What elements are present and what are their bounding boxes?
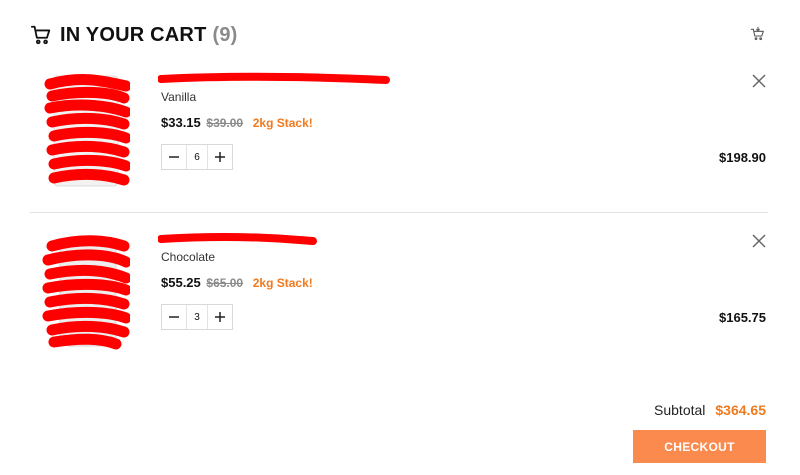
price-row: $55.25 $65.00 2kg Stack!	[161, 275, 313, 290]
subtotal: Subtotal $364.65	[654, 402, 766, 418]
plus-icon	[215, 152, 225, 162]
remove-item-button[interactable]	[752, 74, 766, 88]
page-title: IN YOUR CART (9)	[60, 22, 238, 48]
product-flavor: Vanilla	[161, 90, 197, 104]
line-total: $165.75	[719, 310, 766, 325]
cart-item: Chocolate $55.25 $65.00 2kg Stack! 3 $16…	[30, 228, 768, 358]
sale-price: $33.15	[161, 115, 201, 130]
quantity-stepper: 3	[161, 304, 233, 330]
checkout-button[interactable]: CHECKOUT	[633, 430, 766, 463]
product-image[interactable]	[40, 232, 132, 350]
remove-item-button[interactable]	[752, 234, 766, 248]
quantity-value[interactable]: 6	[186, 145, 208, 169]
cart-icon	[30, 24, 52, 46]
plus-button[interactable]	[208, 145, 232, 169]
close-icon	[752, 234, 766, 248]
product-name-redacted	[158, 72, 390, 84]
plus-button[interactable]	[208, 305, 232, 329]
original-price: $65.00	[206, 276, 244, 290]
cart-item: Vanilla $33.15 $39.00 2kg Stack! 6 $198.…	[30, 68, 768, 213]
product-name-redacted	[158, 232, 317, 245]
plus-icon	[215, 312, 225, 322]
promo-badge: 2kg Stack!	[252, 276, 313, 290]
title-text: IN YOUR CART	[60, 24, 207, 46]
price-row: $33.15 $39.00 2kg Stack!	[161, 115, 313, 130]
close-icon	[752, 74, 766, 88]
minus-button[interactable]	[162, 145, 186, 169]
item-count: (9)	[212, 24, 238, 46]
cart-small-icon[interactable]	[750, 26, 768, 44]
product-flavor: Chocolate	[161, 250, 216, 264]
minus-icon	[169, 316, 179, 318]
subtotal-amount: $364.65	[715, 402, 766, 418]
product-image[interactable]	[40, 72, 132, 190]
subtotal-label: Subtotal	[654, 402, 706, 418]
sale-price: $55.25	[161, 275, 201, 290]
quantity-stepper: 6	[161, 144, 233, 170]
minus-button[interactable]	[162, 305, 186, 329]
cart-header: IN YOUR CART (9)	[30, 22, 770, 50]
line-total: $198.90	[719, 150, 766, 165]
promo-badge: 2kg Stack!	[252, 116, 313, 130]
minus-icon	[169, 156, 179, 158]
quantity-value[interactable]: 3	[186, 305, 208, 329]
original-price: $39.00	[206, 116, 244, 130]
